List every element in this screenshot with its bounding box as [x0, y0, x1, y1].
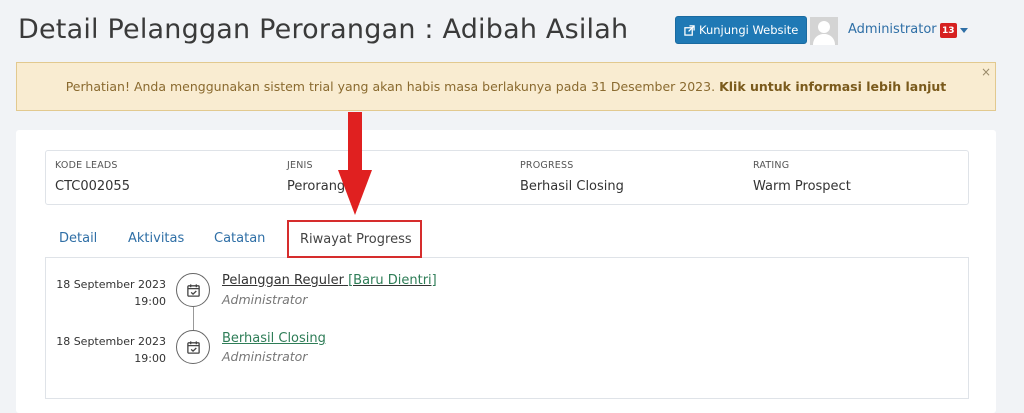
timeline-tag: [Baru Dientri]	[348, 273, 437, 288]
user-silhouette-icon	[813, 21, 835, 45]
annotation-arrow-icon	[338, 112, 372, 215]
info-jenis: JENIS Perorang	[287, 160, 345, 194]
timeline-author: Administrator	[222, 349, 308, 364]
info-label: PROGRESS	[520, 160, 574, 171]
chevron-down-icon[interactable]	[960, 28, 968, 33]
timeline-title[interactable]: Pelanggan Reguler [Baru Dientri]	[222, 273, 437, 288]
timeline-node	[176, 273, 210, 307]
avatar[interactable]	[810, 17, 838, 45]
timeline-date-text: 18 September 2023	[56, 278, 166, 291]
page-title: Detail Pelanggan Perorangan : Adibah Asi…	[18, 14, 629, 45]
tab-bar: Detail Aktivitas Catatan	[45, 219, 969, 258]
alert-message: Perhatian! Anda menggunakan sistem trial…	[65, 79, 716, 94]
user-menu[interactable]: Administrator	[848, 22, 937, 37]
timeline-time-text: 19:00	[134, 352, 166, 365]
timeline-date: 18 September 2023 19:00	[51, 276, 166, 310]
alert-info-link[interactable]: Klik untuk informasi lebih lanjut	[719, 79, 946, 94]
tab-riwayat-progress-label: Riwayat Progress	[300, 232, 412, 247]
timeline-title-text: Pelanggan Reguler	[222, 273, 344, 288]
calendar-check-icon	[186, 283, 200, 297]
info-kode-leads: KODE LEADS CTC002055	[55, 160, 130, 194]
info-rating: RATING Warm Prospect	[753, 160, 851, 194]
info-label: KODE LEADS	[55, 160, 118, 171]
close-icon[interactable]: ×	[981, 65, 991, 79]
tab-catatan[interactable]: Catatan	[214, 231, 265, 246]
notification-badge[interactable]: 13	[940, 23, 957, 38]
timeline-author: Administrator	[222, 292, 308, 307]
visit-website-button[interactable]: Kunjungi Website	[675, 16, 808, 44]
info-label: JENIS	[287, 160, 313, 171]
timeline-date-text: 18 September 2023	[56, 335, 166, 348]
info-value: Berhasil Closing	[520, 179, 624, 194]
calendar-check-icon	[186, 340, 200, 354]
external-link-icon	[684, 24, 695, 36]
timeline-time-text: 19:00	[134, 295, 166, 308]
info-label: RATING	[753, 160, 790, 171]
info-progress: PROGRESS Berhasil Closing	[520, 160, 624, 194]
info-value: CTC002055	[55, 179, 130, 194]
timeline-node	[176, 330, 210, 364]
visit-website-label: Kunjungi Website	[699, 23, 799, 37]
tab-detail[interactable]: Detail	[59, 231, 97, 246]
info-summary: KODE LEADS CTC002055 JENIS Perorang PROG…	[45, 150, 969, 205]
timeline-title[interactable]: Berhasil Closing	[222, 331, 326, 346]
trial-alert: Perhatian! Anda menggunakan sistem trial…	[16, 62, 996, 111]
info-value: Warm Prospect	[753, 179, 851, 194]
tab-aktivitas[interactable]: Aktivitas	[128, 231, 184, 246]
timeline-date: 18 September 2023 19:00	[51, 333, 166, 367]
info-value: Perorang	[287, 179, 346, 194]
